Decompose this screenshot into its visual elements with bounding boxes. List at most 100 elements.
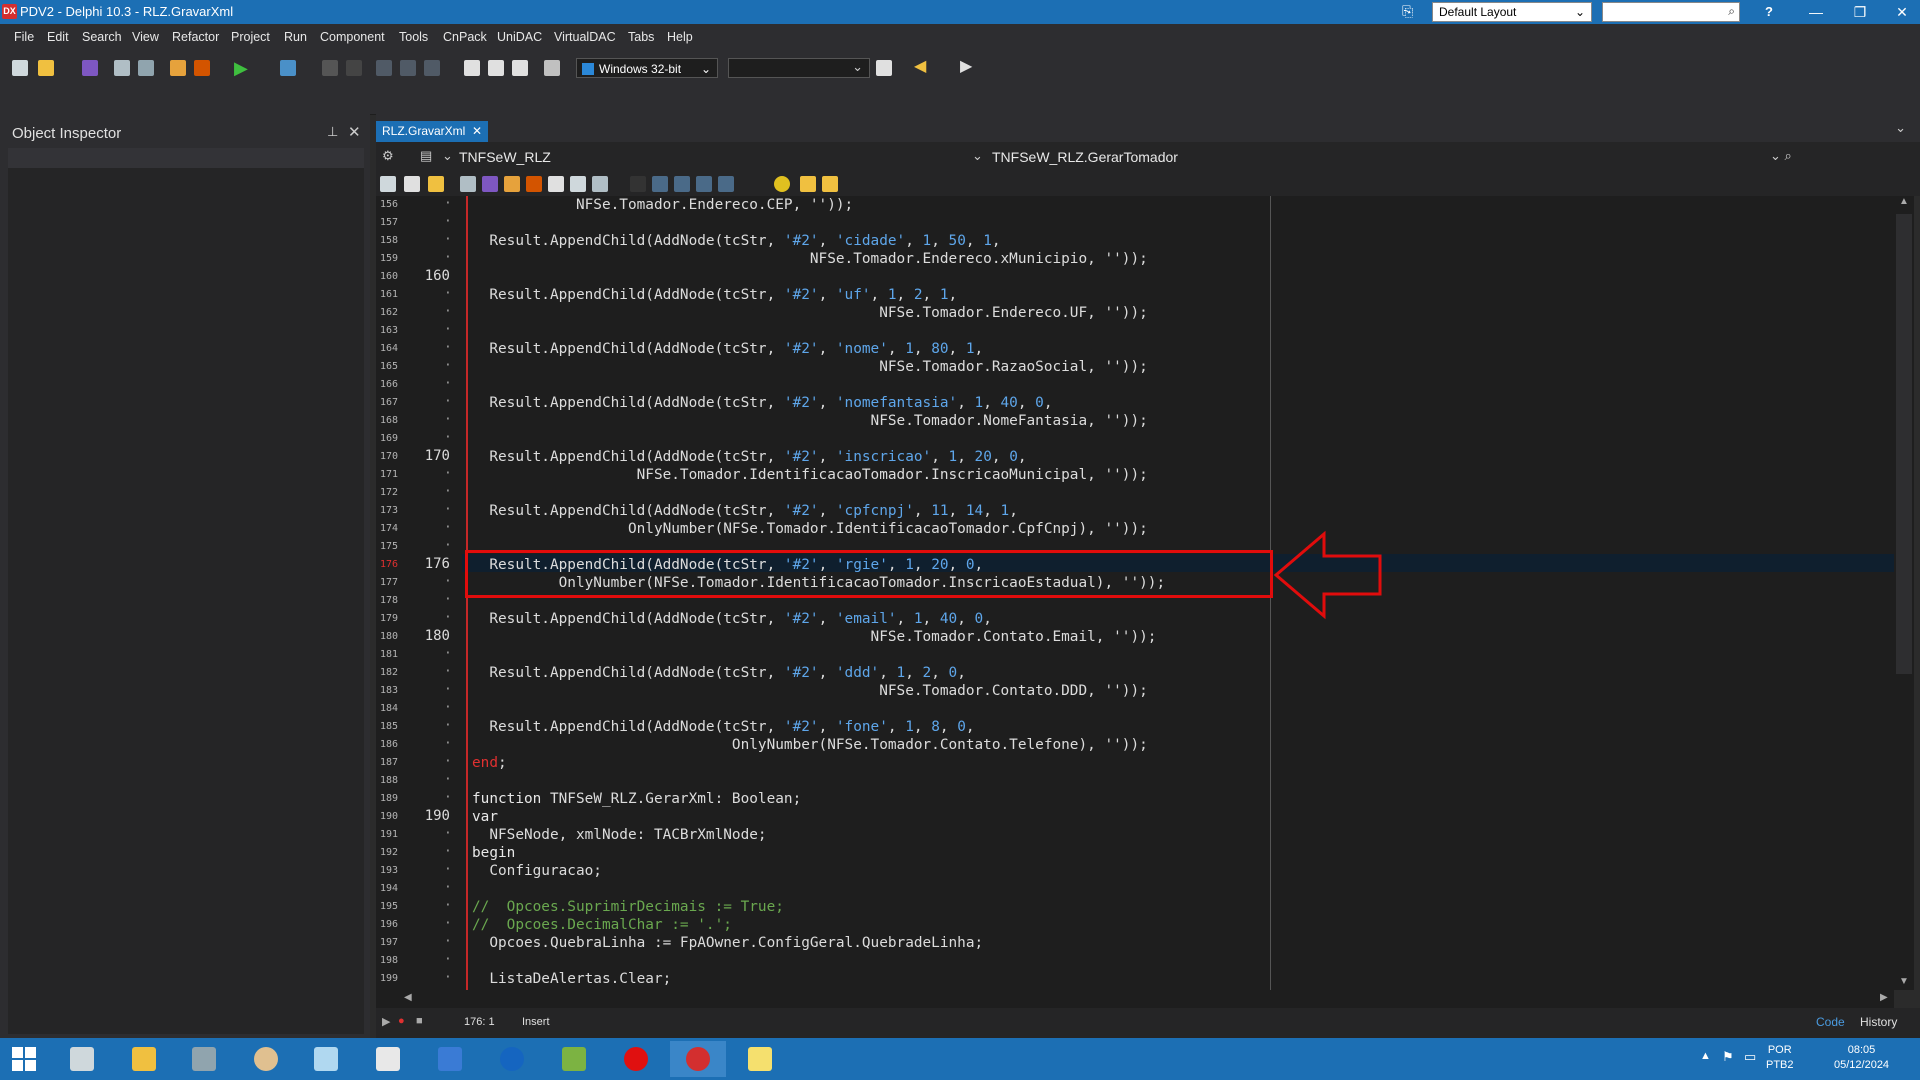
new-unit-icon[interactable]	[404, 176, 420, 192]
pause-icon[interactable]	[322, 60, 338, 76]
scroll-left-icon[interactable]: ◀	[404, 992, 412, 1003]
return-icon[interactable]	[718, 176, 734, 192]
save-icon[interactable]	[460, 176, 476, 192]
clock[interactable]: 08:05 05/12/2024	[1834, 1043, 1889, 1073]
code-line[interactable]: 194 ·	[376, 880, 1894, 898]
taskbar-anydesk[interactable]	[546, 1041, 602, 1077]
search-icon[interactable]: ⌄ ⌕	[1770, 148, 1792, 164]
taskbar-editor[interactable]	[732, 1041, 788, 1077]
code-line[interactable]: 183 · NFSe.Tomador.Contato.DDD, ''));	[376, 682, 1894, 700]
network-status-icon[interactable]: ▭	[1744, 1049, 1756, 1065]
layout-manager-icon[interactable]: ⎘	[1402, 3, 1413, 20]
code-line[interactable]: 190 190 var	[376, 808, 1894, 826]
scroll-up-icon[interactable]: ▲	[1899, 196, 1909, 207]
taskbar-network-app[interactable]	[54, 1041, 110, 1077]
menu-search[interactable]: Search	[82, 30, 122, 44]
menu-virtualdac[interactable]: VirtualDAC	[554, 30, 616, 44]
code-line[interactable]: 173 · Result.AppendChild(AddNode(tcStr, '…	[376, 502, 1894, 520]
remove-file-icon[interactable]	[526, 176, 542, 192]
ide-search-input[interactable]: ⌕	[1602, 2, 1740, 22]
device-icon[interactable]	[876, 60, 892, 76]
taskbar-calculator[interactable]	[176, 1041, 232, 1077]
play-macro-icon[interactable]: ▶	[382, 1015, 390, 1028]
save-all-icon[interactable]	[114, 60, 130, 76]
class-icon[interactable]: ▤	[420, 148, 432, 164]
open-icon[interactable]	[428, 176, 444, 192]
info-icon[interactable]	[822, 176, 838, 192]
menu-refactor[interactable]: Refactor	[172, 30, 219, 44]
code-line[interactable]: 171 · NFSe.Tomador.IdentificacaoTomador.I…	[376, 466, 1894, 484]
browse-icon[interactable]	[570, 176, 586, 192]
new-item-icon[interactable]	[12, 60, 28, 76]
save-all-icon[interactable]	[482, 176, 498, 192]
back-icon[interactable]: ◀	[914, 56, 926, 76]
layout-select[interactable]: Default Layout ⌄	[1432, 2, 1592, 22]
menu-run[interactable]: Run	[284, 30, 307, 44]
platform-select[interactable]: Windows 32-bit ⌄	[576, 58, 718, 78]
menu-project[interactable]: Project	[231, 30, 270, 44]
view-form-icon[interactable]	[544, 60, 560, 76]
menu-tools[interactable]: Tools	[399, 30, 428, 44]
code-line[interactable]: 185 · Result.AppendChild(AddNode(tcStr, '…	[376, 718, 1894, 736]
object-selector[interactable]	[8, 148, 364, 168]
code-line[interactable]: 164 · Result.AppendChild(AddNode(tcStr, '…	[376, 340, 1894, 358]
tab-code[interactable]: Code	[1816, 1015, 1845, 1029]
close-icon[interactable]: ✕	[472, 121, 482, 142]
code-line[interactable]: 181 ·	[376, 646, 1894, 664]
close-icon[interactable]: ✕	[348, 123, 361, 141]
menu-tabs[interactable]: Tabs	[628, 30, 654, 44]
code-line[interactable]: 169 ·	[376, 430, 1894, 448]
show-hidden-icons[interactable]: ▲	[1700, 1050, 1711, 1062]
remove-from-project-icon[interactable]	[194, 60, 210, 76]
tab-history[interactable]: History	[1860, 1015, 1897, 1029]
new-form-icon[interactable]	[464, 60, 480, 76]
flag-icon[interactable]: ⚑	[1722, 1049, 1734, 1065]
record-macro-icon[interactable]: ●	[398, 1015, 405, 1027]
open-project-icon[interactable]	[138, 60, 154, 76]
taskbar-opera[interactable]	[608, 1041, 664, 1077]
build-config-select[interactable]: ⌄	[728, 58, 870, 78]
run-to-cursor-icon[interactable]	[424, 60, 440, 76]
code-line[interactable]: 163 ·	[376, 322, 1894, 340]
input-language[interactable]: POR PTB2	[1766, 1043, 1794, 1073]
code-line[interactable]: 172 ·	[376, 484, 1894, 502]
code-line[interactable]: 186 · OnlyNumber(NFSe.Tomador.Contato.Tel…	[376, 736, 1894, 754]
scroll-down-icon[interactable]: ▼	[1899, 976, 1909, 987]
menu-help[interactable]: Help	[667, 30, 693, 44]
start-button[interactable]	[0, 1041, 56, 1077]
compile-icon[interactable]	[592, 176, 608, 192]
run-without-debug-icon[interactable]	[280, 60, 296, 76]
code-line[interactable]: 192 · begin	[376, 844, 1894, 862]
view-unit-icon[interactable]	[512, 60, 528, 76]
unit-icon[interactable]: ⚙	[382, 148, 394, 164]
vertical-scrollbar[interactable]: ▲ ▼	[1894, 196, 1914, 990]
code-line[interactable]: 187 · end;	[376, 754, 1894, 772]
tab-rlz-gravarxml[interactable]: RLZ.GravarXml ✕	[376, 121, 488, 142]
taskbar-explorer[interactable]	[116, 1041, 172, 1077]
step-icon[interactable]	[652, 176, 668, 192]
code-line[interactable]: 193 · Configuracao;	[376, 862, 1894, 880]
code-line[interactable]: 180 180 NFSe.Tomador.Contato.Email, ''));	[376, 628, 1894, 646]
toggle-form-unit-icon[interactable]	[488, 60, 504, 76]
new-item-icon[interactable]	[380, 176, 396, 192]
menu-file[interactable]: File	[14, 30, 34, 44]
help-icon[interactable]	[800, 176, 816, 192]
class-navigator[interactable]: TNFSeW_RLZ	[459, 149, 551, 165]
chevron-down-icon[interactable]: ⌄	[972, 148, 983, 164]
horizontal-scrollbar[interactable]: ◀ ▶	[376, 990, 1894, 1008]
method-navigator[interactable]: TNFSeW_RLZ.GerarTomador	[992, 149, 1178, 165]
code-line[interactable]: 161 · Result.AppendChild(AddNode(tcStr, '…	[376, 286, 1894, 304]
restore-icon[interactable]: ❐	[1838, 0, 1882, 24]
taskbar-maps[interactable]	[484, 1041, 540, 1077]
code-line[interactable]: 174 · OnlyNumber(NFSe.Tomador.Identificac…	[376, 520, 1894, 538]
open-icon[interactable]	[38, 60, 54, 76]
taskbar-app[interactable]	[360, 1041, 416, 1077]
chevron-down-icon[interactable]: ⌄	[442, 148, 453, 164]
add-file-icon[interactable]	[504, 176, 520, 192]
taskbar-paint[interactable]	[238, 1041, 294, 1077]
add-to-project-icon[interactable]	[170, 60, 186, 76]
menu-unidac[interactable]: UniDAC	[497, 30, 542, 44]
code-line[interactable]: 184 ·	[376, 700, 1894, 718]
minimize-icon[interactable]: —	[1794, 0, 1838, 24]
code-line[interactable]: 168 · NFSe.Tomador.NomeFantasia, ''));	[376, 412, 1894, 430]
